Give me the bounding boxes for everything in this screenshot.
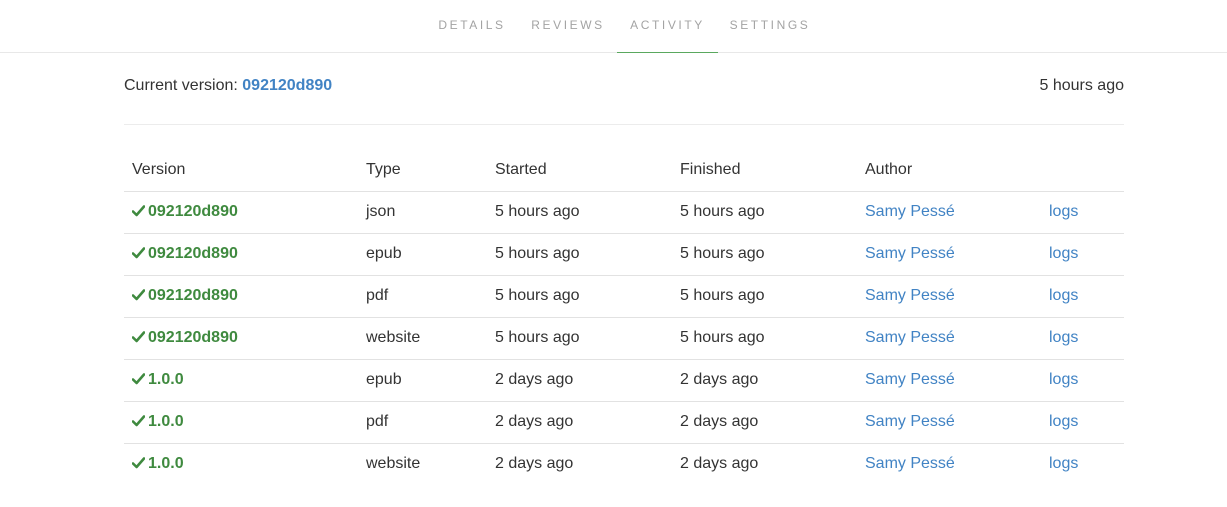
- logs-cell: logs: [1041, 317, 1124, 360]
- author-link[interactable]: Samy Pessé: [865, 413, 955, 430]
- logs-cell: logs: [1041, 275, 1124, 318]
- table-row: 092120d890 epub 5 hours ago 5 hours ago Samy…: [124, 233, 1124, 276]
- version-cell: 1.0.0: [124, 359, 358, 402]
- logs-cell: logs: [1041, 443, 1124, 485]
- build-version: 092120d890: [148, 202, 238, 220]
- version-cell: 092120d890: [124, 317, 358, 360]
- top-navigation: DETAILS REVIEWS ACTIVITY SETTINGS: [0, 0, 1227, 53]
- table-row: 1.0.0 website 2 days ago 2 days ago Samy Pes…: [124, 443, 1124, 485]
- check-icon: [131, 204, 146, 222]
- build-started: 5 hours ago: [487, 233, 672, 276]
- author-link[interactable]: Samy Pessé: [865, 455, 955, 472]
- author-link[interactable]: Samy Pessé: [865, 203, 955, 220]
- current-version-time: 5 hours ago: [1039, 77, 1124, 94]
- column-header-author: Author: [857, 149, 1041, 192]
- table-row: 092120d890 pdf 5 hours ago 5 hours ago Samy …: [124, 275, 1124, 318]
- table-row: 1.0.0 epub 2 days ago 2 days ago Samy Pessé l…: [124, 359, 1124, 402]
- author-cell: Samy Pessé: [857, 191, 1041, 234]
- author-cell: Samy Pessé: [857, 275, 1041, 318]
- section-divider: [124, 124, 1124, 125]
- logs-link[interactable]: logs: [1049, 371, 1078, 388]
- author-cell: Samy Pessé: [857, 401, 1041, 444]
- logs-cell: logs: [1041, 233, 1124, 276]
- build-started: 5 hours ago: [487, 275, 672, 318]
- author-cell: Samy Pessé: [857, 359, 1041, 402]
- author-cell: Samy Pessé: [857, 233, 1041, 276]
- build-finished: 2 days ago: [672, 401, 857, 444]
- table-row: 092120d890 json 5 hours ago 5 hours ago Samy…: [124, 191, 1124, 234]
- check-icon: [131, 246, 146, 264]
- column-header-type: Type: [358, 149, 487, 192]
- tab-settings[interactable]: SETTINGS: [722, 0, 818, 53]
- build-started: 2 days ago: [495, 455, 574, 473]
- logs-link[interactable]: logs: [1049, 413, 1078, 430]
- build-version: 092120d890: [148, 286, 238, 304]
- build-finished: 5 hours ago: [672, 317, 857, 360]
- build-version: 1.0.0: [148, 454, 184, 472]
- table-row: 1.0.0 pdf 2 days ago 2 days ago Samy Pessé lo…: [124, 401, 1124, 444]
- build-started: 2 days ago: [487, 359, 672, 402]
- author-link[interactable]: Samy Pessé: [865, 329, 955, 346]
- check-icon: [131, 330, 146, 348]
- current-version-row: Current version: 092120d890 5 hours ago: [124, 74, 1124, 98]
- column-header-logs: [1041, 149, 1124, 192]
- author-cell: Samy Pessé: [857, 317, 1041, 360]
- build-version: 1.0.0: [148, 370, 184, 388]
- build-type: epub: [358, 233, 487, 276]
- build-started: 5 hours ago: [487, 191, 672, 234]
- logs-cell: logs: [1041, 191, 1124, 234]
- build-finished: 5 hours ago: [672, 233, 857, 276]
- author-link[interactable]: Samy Pessé: [865, 371, 955, 388]
- build-type: website: [366, 455, 421, 473]
- build-started: 5 hours ago: [487, 317, 672, 360]
- check-icon: [131, 456, 146, 474]
- logs-cell: logs: [1041, 401, 1124, 444]
- tab-details[interactable]: DETAILS: [426, 0, 518, 53]
- author-link[interactable]: Samy Pessé: [865, 287, 955, 304]
- logs-link[interactable]: logs: [1049, 203, 1078, 220]
- check-icon: [131, 288, 146, 306]
- version-cell: 092120d890: [124, 233, 358, 276]
- version-cell: 1.0.0: [124, 443, 358, 485]
- tab-activity[interactable]: ACTIVITY: [617, 0, 718, 53]
- build-type: json: [358, 191, 487, 234]
- logs-link[interactable]: logs: [1049, 287, 1078, 304]
- logs-link[interactable]: logs: [1049, 329, 1078, 346]
- logs-cell: logs: [1041, 359, 1124, 402]
- build-started: 2 days ago: [487, 401, 672, 444]
- build-finished: 5 hours ago: [672, 275, 857, 318]
- build-type: pdf: [358, 275, 487, 318]
- version-cell: 1.0.0: [124, 401, 358, 444]
- build-version: 092120d890: [148, 328, 238, 346]
- version-cell: 092120d890: [124, 191, 358, 234]
- check-icon: [131, 414, 146, 432]
- build-type: website: [358, 317, 487, 360]
- current-version-label: Current version:: [124, 77, 238, 94]
- build-finished: 2 days ago: [672, 359, 857, 402]
- version-cell: 092120d890: [124, 275, 358, 318]
- logs-link[interactable]: logs: [1049, 245, 1078, 262]
- current-version-link[interactable]: 092120d890: [242, 77, 332, 94]
- table-header-row: Version Type Started Finished Author: [124, 149, 1124, 192]
- build-finished: 5 hours ago: [672, 191, 857, 234]
- column-header-version: Version: [124, 149, 358, 192]
- build-finished: 2 days ago: [680, 455, 759, 473]
- build-type: pdf: [358, 401, 487, 444]
- build-type: epub: [358, 359, 487, 402]
- author-link[interactable]: Samy Pessé: [865, 245, 955, 262]
- build-version: 092120d890: [148, 244, 238, 262]
- check-icon: [131, 372, 146, 390]
- column-header-started: Started: [487, 149, 672, 192]
- table-row: 092120d890 website 5 hours ago 5 hours ago S…: [124, 317, 1124, 360]
- author-cell: Samy Pessé: [857, 443, 1041, 485]
- logs-link[interactable]: logs: [1049, 455, 1078, 472]
- tab-reviews[interactable]: REVIEWS: [522, 0, 614, 53]
- column-header-finished: Finished: [672, 149, 857, 192]
- build-version: 1.0.0: [148, 412, 184, 430]
- builds-table: Version Type Started Finished Author 092…: [124, 149, 1124, 485]
